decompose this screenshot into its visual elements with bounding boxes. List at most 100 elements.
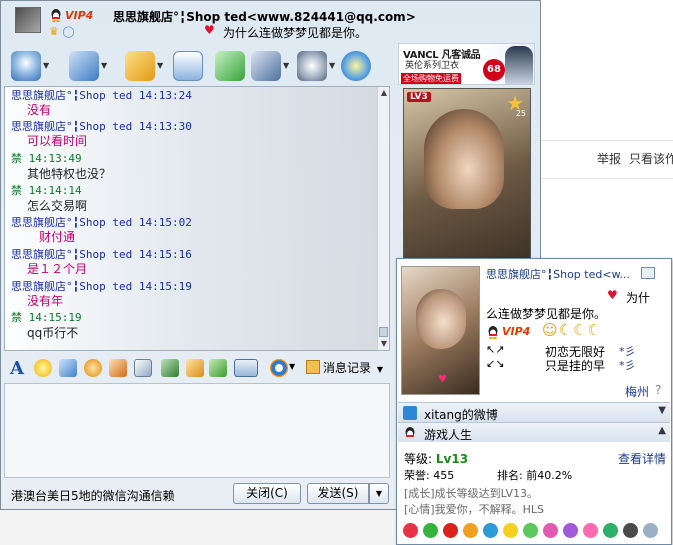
message-text: 其他特权也没？ <box>27 167 112 181</box>
divider <box>540 140 673 141</box>
profile-name: 思思旗舰店°╏Shop ted<w... <box>486 268 631 281</box>
message-input[interactable] <box>4 383 390 478</box>
chevron-down-icon[interactable]: ▼ <box>43 61 49 70</box>
voice-call-icon[interactable] <box>69 51 99 81</box>
qq-penguin-icon <box>488 326 498 339</box>
qq-farm-icon[interactable] <box>523 523 538 538</box>
qq-show-icon[interactable] <box>403 523 418 538</box>
video-call-icon[interactable] <box>11 51 41 81</box>
profile-photo[interactable]: ♥ <box>401 266 480 395</box>
chevron-down-icon[interactable]: ▼ <box>377 365 383 374</box>
ad-banner[interactable]: VANCL 凡客诚品 英伦系列卫衣 全场购物免运费 68 <box>398 43 535 85</box>
game-life-section[interactable]: 游戏人生 ▲ <box>398 422 670 442</box>
heart-icon: ♥ <box>607 288 618 302</box>
status-decoration: *彡 <box>619 359 636 372</box>
send-mail-icon[interactable] <box>173 51 203 81</box>
star-count: 25 <box>515 109 526 118</box>
report-link[interactable]: 举报 <box>597 150 621 167</box>
qq-pet-icon[interactable] <box>423 523 438 538</box>
chevron-up-icon[interactable]: ▲ <box>658 425 666 436</box>
qzone-icon[interactable] <box>341 51 371 81</box>
game-growth-text: [成长]成长等级达到LV13。 <box>404 487 539 500</box>
soso-search-icon[interactable] <box>270 359 288 377</box>
game-honor: 荣誉: 455 <box>404 469 455 482</box>
gift-icon[interactable] <box>209 359 227 377</box>
shake-window-icon[interactable] <box>84 359 102 377</box>
pink-diamond-icon[interactable] <box>583 523 598 538</box>
green-diamond-icon[interactable] <box>603 523 618 538</box>
message-text: 财付通 <box>39 230 76 244</box>
qq-star-icon[interactable] <box>503 523 518 538</box>
add-app-icon[interactable] <box>215 51 245 81</box>
game-mood-text: [心情]我爱你，不解释。HLS <box>404 503 544 516</box>
purple-diamond-icon[interactable] <box>563 523 578 538</box>
level-badge: LV3 <box>407 92 431 102</box>
chevron-down-icon[interactable]: ▼ <box>157 61 163 70</box>
chevron-down-icon[interactable]: ▼ <box>658 405 666 416</box>
message-text: qq币行不 <box>27 326 79 340</box>
scroll-down-icon[interactable]: ▼ <box>379 339 389 349</box>
music-icon[interactable] <box>186 359 204 377</box>
magic-emoji-icon[interactable] <box>59 359 77 377</box>
chevron-down-icon[interactable]: ▼ <box>101 61 107 70</box>
ad-model-image <box>505 46 533 84</box>
message-sender: 禁 14:13:49 <box>11 152 82 165</box>
message-text: 没有年 <box>27 294 64 308</box>
scroll-thumb[interactable] <box>379 327 388 337</box>
vip-badge: VIP4 <box>65 9 94 22</box>
contact-name: 思思旗舰店°╏Shop ted<www.824441@qq.com> <box>113 10 416 24</box>
black-diamond-icon[interactable] <box>623 523 638 538</box>
contact-signature: 为什么连做梦梦见都是你。 <box>223 26 368 40</box>
collapse-icon: ↙↘ <box>486 357 505 370</box>
message-record-label: 消息记录 <box>323 361 372 375</box>
service-icons-row <box>403 523 669 541</box>
message-history[interactable]: 思思旗舰店°╏Shop ted 14:13:24 没有 思思旗舰店°╏Shop … <box>4 86 390 351</box>
vip-badge: VIP4 <box>502 325 531 338</box>
message-text: 可以看时间 <box>27 134 88 148</box>
message-record-button[interactable]: 消息记录 ▼ <box>306 359 388 377</box>
title-bar: VIP4 思思旗舰店°╏Shop ted<www.824441@qq.com> … <box>1 1 540 43</box>
qq-penguin-icon[interactable] <box>443 523 458 538</box>
font-icon[interactable]: A <box>10 358 24 379</box>
qq-diamond-icon[interactable] <box>543 523 558 538</box>
message-text: 怎么交易啊 <box>27 199 88 213</box>
view-details-link[interactable]: 查看详情 <box>618 450 666 467</box>
chevron-down-icon[interactable]: ▼ <box>283 61 289 70</box>
chevron-down-icon[interactable]: ▼ <box>289 362 295 371</box>
more-services-icon[interactable] <box>643 523 658 538</box>
emoji-icon[interactable] <box>34 359 52 377</box>
send-button[interactable]: 发送(S) <box>307 483 369 504</box>
level-crown-icon: ♛ ◯ <box>49 25 75 38</box>
view-only-author-link[interactable]: 只看该作 <box>629 150 673 167</box>
weibo-section[interactable]: xitang的微博 ▼ <box>398 402 670 422</box>
screenshot-icon[interactable] <box>234 359 258 377</box>
contact-card-icon[interactable] <box>641 267 655 279</box>
message-text: 是１２个月 <box>27 262 88 276</box>
profile-status-line: 只是挂的早 <box>545 359 606 373</box>
message-record-icon <box>306 360 320 374</box>
message-scrollbar[interactable]: ▲ ▼ <box>377 87 389 350</box>
weibo-icon <box>403 406 417 420</box>
settings-icon[interactable] <box>297 51 327 81</box>
input-toolbar: A ▼ 消息记录 ▼ <box>4 355 390 381</box>
contact-avatar[interactable] <box>15 7 41 33</box>
game-rank: 排名: 前40.2% <box>497 469 573 482</box>
help-icon[interactable]: ? <box>655 383 661 397</box>
contact-card-icon[interactable] <box>251 51 281 81</box>
expand-icon: ↖↗ <box>486 343 505 356</box>
doodle-icon[interactable] <box>134 359 152 377</box>
ad-price: 68 <box>483 59 505 81</box>
qq-game-icon[interactable] <box>463 523 478 538</box>
qq-penguin-icon <box>51 9 61 22</box>
send-image-icon[interactable] <box>161 359 179 377</box>
chevron-down-icon[interactable]: ▼ <box>329 61 335 70</box>
divider <box>540 178 673 179</box>
gesture-icon[interactable] <box>109 359 127 377</box>
send-options-button[interactable]: ▼ <box>369 483 389 504</box>
scroll-up-icon[interactable]: ▲ <box>379 88 389 98</box>
message-sender: 禁 14:15:19 <box>11 311 82 324</box>
close-button[interactable]: 关闭(C) <box>233 483 301 504</box>
signature-fragment: 为什 <box>626 291 651 305</box>
send-file-icon[interactable] <box>125 51 155 81</box>
qq-music-icon[interactable] <box>483 523 498 538</box>
